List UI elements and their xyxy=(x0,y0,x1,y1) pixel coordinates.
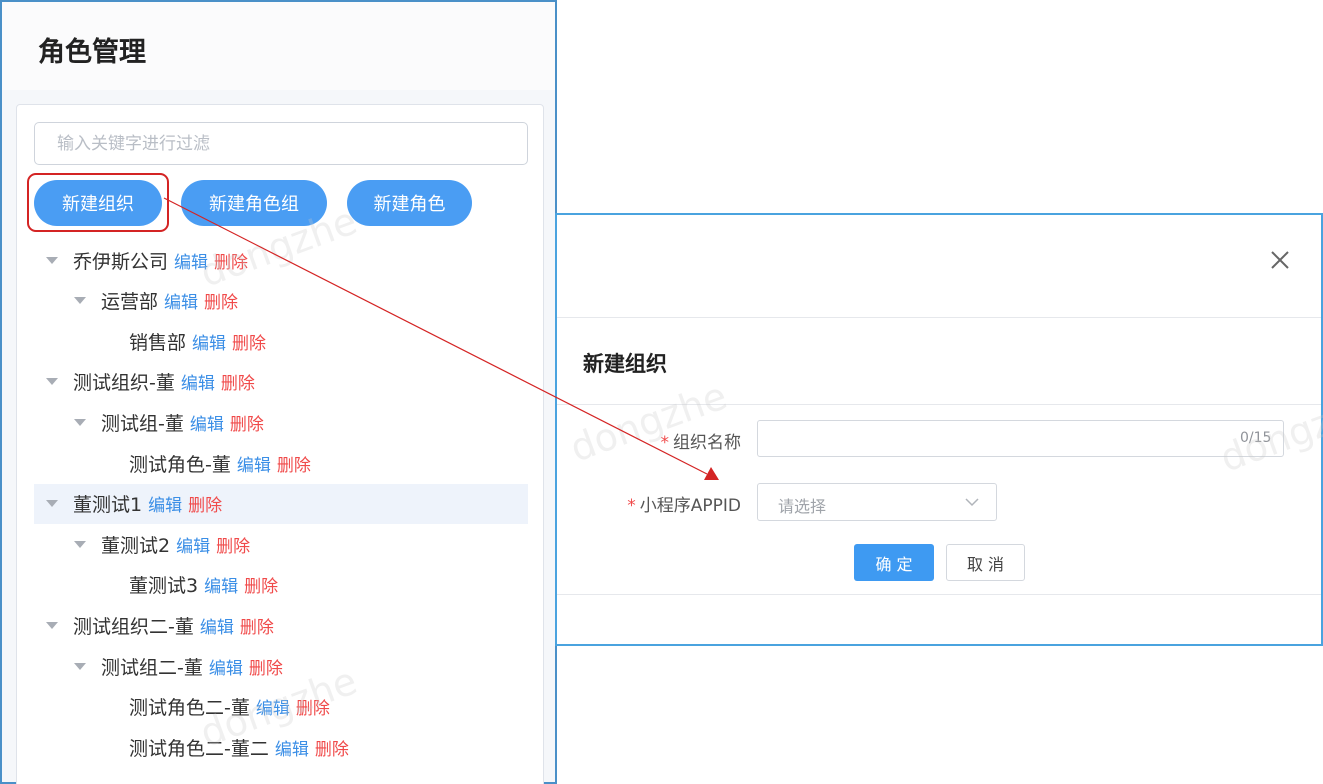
delete-link[interactable]: 删除 xyxy=(214,248,248,273)
caret-down-icon[interactable] xyxy=(46,500,58,508)
tree-node-label: 董测试2 xyxy=(101,534,171,557)
tree-node-label: 测试组织二-董 xyxy=(73,615,194,638)
tree-node-label: 测试组-董 xyxy=(101,412,184,435)
caret-down-icon[interactable] xyxy=(74,540,86,548)
appid-select[interactable]: 请选择 xyxy=(757,483,997,521)
delete-link[interactable]: 删除 xyxy=(244,572,278,597)
tree-node[interactable]: 运营部 编辑 删除 xyxy=(34,281,528,321)
watermark: dongzhe xyxy=(564,373,733,471)
tree-node-label: 董测试3 xyxy=(129,575,199,598)
caret-down-icon[interactable] xyxy=(74,418,86,426)
edit-link[interactable]: 编辑 xyxy=(148,491,182,516)
delete-link[interactable]: 删除 xyxy=(188,491,222,516)
tree-node[interactable]: 董测试3 编辑 删除 xyxy=(34,565,528,605)
tree-node-label: 董测试1 xyxy=(73,494,143,517)
tree-node-label: 测试组织-董 xyxy=(73,372,175,395)
appid-label: * 小程序APPID xyxy=(627,491,741,516)
tree-node-label: 运营部 xyxy=(101,291,159,314)
caret-down-icon[interactable] xyxy=(46,378,58,386)
new-role-group-button[interactable]: 新建角色组 xyxy=(181,180,327,226)
tree-node[interactable]: 测试角色-董 编辑 删除 xyxy=(34,443,528,483)
role-management-panel: 角色管理 新建组织 新建角色组 新建角色 乔伊斯公司编辑删除运营部编辑删除销售部… xyxy=(0,0,557,784)
tree-node[interactable]: 董测试1 编辑 删除 xyxy=(34,483,528,524)
screenshot-stage: 角色管理 新建组织 新建角色组 新建角色 乔伊斯公司编辑删除运营部编辑删除销售部… xyxy=(0,0,1323,784)
appid-select-placeholder: 请选择 xyxy=(778,497,827,516)
tree-node-label: 测试角色-董 xyxy=(129,453,231,476)
delete-link[interactable]: 删除 xyxy=(221,369,255,394)
tree-node-label: 测试组二-董 xyxy=(101,656,203,679)
chevron-down-icon xyxy=(965,498,979,507)
tree-node[interactable]: 董测试2 编辑 删除 xyxy=(34,524,528,564)
confirm-button[interactable]: 确 定 xyxy=(854,544,934,581)
divider xyxy=(557,404,1321,405)
cancel-button[interactable]: 取 消 xyxy=(946,544,1025,581)
tree-node-label: 乔伊斯公司 xyxy=(73,250,169,273)
caret-down-icon[interactable] xyxy=(46,621,58,629)
tree-node-label: 测试角色二-董 xyxy=(129,697,250,720)
annotation-highlight-box xyxy=(27,173,169,232)
tree-node[interactable]: 测试组织二-董 编辑 删除 xyxy=(34,605,528,645)
edit-link[interactable]: 编辑 xyxy=(174,248,208,273)
required-mark: * xyxy=(660,433,670,453)
delete-link[interactable]: 删除 xyxy=(240,613,274,638)
delete-link[interactable]: 删除 xyxy=(315,735,349,760)
delete-link[interactable]: 删除 xyxy=(204,288,238,313)
caret-down-icon[interactable] xyxy=(46,256,58,264)
new-role-button[interactable]: 新建角色 xyxy=(347,180,472,226)
required-mark: * xyxy=(627,496,636,516)
tree-node[interactable]: 乔伊斯公司 编辑 删除 xyxy=(34,240,528,280)
caret-down-icon[interactable] xyxy=(74,662,86,670)
edit-link[interactable]: 编辑 xyxy=(192,329,226,354)
edit-link[interactable]: 编辑 xyxy=(275,735,309,760)
divider xyxy=(557,594,1321,595)
delete-link[interactable]: 删除 xyxy=(249,654,283,679)
tree-node[interactable]: 测试角色二-董二 编辑 删除 xyxy=(34,727,528,767)
edit-link[interactable]: 编辑 xyxy=(209,654,243,679)
edit-link[interactable]: 编辑 xyxy=(181,369,215,394)
char-counter: 0/15 xyxy=(1240,430,1272,446)
tree-node-label: 销售部 xyxy=(129,331,187,354)
dialog-title: 新建组织 xyxy=(583,352,667,376)
page-header: 角色管理 xyxy=(2,2,555,90)
delete-link[interactable]: 删除 xyxy=(230,410,264,435)
edit-link[interactable]: 编辑 xyxy=(190,410,224,435)
appid-label-text: 小程序APPID xyxy=(639,496,741,516)
org-name-label-text: 组织名称 xyxy=(673,433,741,453)
edit-link[interactable]: 编辑 xyxy=(237,451,271,476)
tree-node[interactable]: 测试角色二-董 编辑 删除 xyxy=(34,687,528,727)
tree-node-label: 测试角色二-董二 xyxy=(129,737,269,760)
tree-card: 新建组织 新建角色组 新建角色 乔伊斯公司编辑删除运营部编辑删除销售部编辑删除测… xyxy=(16,104,544,784)
edit-link[interactable]: 编辑 xyxy=(256,694,290,719)
divider xyxy=(557,317,1321,318)
tree-node[interactable]: 测试组织-董 编辑 删除 xyxy=(34,362,528,402)
tree-node[interactable]: 销售部 编辑 删除 xyxy=(34,321,528,361)
edit-link[interactable]: 编辑 xyxy=(164,288,198,313)
edit-link[interactable]: 编辑 xyxy=(200,613,234,638)
delete-link[interactable]: 删除 xyxy=(216,532,250,557)
caret-down-icon[interactable] xyxy=(74,297,86,305)
delete-link[interactable]: 删除 xyxy=(296,694,330,719)
edit-link[interactable]: 编辑 xyxy=(176,532,210,557)
filter-input[interactable] xyxy=(34,122,528,165)
tree-node[interactable]: 测试组-董 编辑 删除 xyxy=(34,402,528,442)
tree-node[interactable]: 测试组二-董 编辑 删除 xyxy=(34,646,528,686)
org-name-label: * 组织名称 xyxy=(661,428,742,453)
page-title: 角色管理 xyxy=(38,37,146,68)
close-icon[interactable] xyxy=(1267,247,1293,273)
edit-link[interactable]: 编辑 xyxy=(204,572,238,597)
delete-link[interactable]: 删除 xyxy=(232,329,266,354)
new-org-dialog: 新建组织 * 组织名称 0/15 * 小程序APPID 请选择 确 定 取 消 do… xyxy=(555,213,1323,646)
org-name-input[interactable] xyxy=(757,420,1284,457)
delete-link[interactable]: 删除 xyxy=(277,451,311,476)
